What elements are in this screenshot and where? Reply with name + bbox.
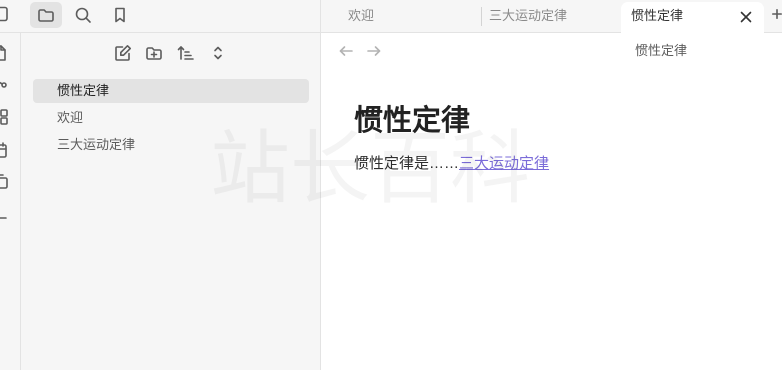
blocks-icon[interactable]: [0, 108, 9, 126]
tab-welcome[interactable]: 欢迎: [336, 2, 480, 32]
file-item-active[interactable]: 惯性定律: [33, 79, 309, 103]
tab-inertia-active[interactable]: 惯性定律: [621, 2, 764, 34]
note-heading: 惯性定律: [354, 105, 471, 137]
calendar-icon[interactable]: [0, 141, 9, 159]
sidebar-toggle-icon[interactable]: [0, 5, 9, 23]
file-item-label: 欢迎: [57, 110, 84, 125]
new-note-icon[interactable]: [114, 44, 132, 62]
main-pane: 欢迎 三大运动定律 惯性定律 惯性定律 惯性定律 惯性定律是……三大运动定律: [321, 0, 782, 370]
tab-bar: 欢迎 三大运动定律 惯性定律: [321, 0, 782, 34]
search-tab-button[interactable]: [67, 2, 99, 28]
file-item[interactable]: 三大运动定律: [33, 133, 309, 157]
file-explorer: 惯性定律 欢迎 三大运动定律: [21, 33, 321, 370]
note-text: 惯性定律是……: [354, 155, 460, 172]
collapse-icon[interactable]: [209, 44, 227, 62]
note-paragraph: 惯性定律是……三大运动定律: [354, 154, 549, 174]
file-item[interactable]: 欢迎: [33, 106, 309, 130]
sort-icon[interactable]: [177, 44, 195, 62]
arrow-right-icon[interactable]: [366, 43, 382, 59]
tab-label: 三大运动定律: [489, 8, 568, 23]
bookmark-icon: [111, 6, 129, 24]
tab-three-laws[interactable]: 三大运动定律: [482, 2, 620, 32]
view-header-title[interactable]: 惯性定律: [561, 42, 761, 60]
copy-icon[interactable]: [0, 172, 9, 190]
file-item-label: 三大运动定律: [57, 137, 136, 152]
sidebar-header: [0, 0, 321, 33]
tab-label: 惯性定律: [631, 8, 684, 23]
bookmarks-tab-button[interactable]: [104, 2, 136, 28]
file-icon[interactable]: [0, 44, 9, 62]
graph-icon[interactable]: [0, 77, 9, 95]
internal-link[interactable]: 三大运动定律: [459, 155, 549, 172]
close-icon[interactable]: [737, 8, 755, 26]
arrow-left-icon[interactable]: [338, 43, 354, 59]
folder-icon: [37, 6, 55, 24]
search-icon: [74, 6, 92, 24]
tab-label: 欢迎: [348, 8, 375, 23]
file-item-label: 惯性定律: [57, 83, 110, 98]
new-folder-icon[interactable]: [145, 44, 163, 62]
files-tab-button[interactable]: [30, 2, 62, 28]
ribbon: [0, 33, 21, 370]
dash-icon[interactable]: [0, 209, 9, 227]
plus-icon[interactable]: [772, 9, 782, 19]
